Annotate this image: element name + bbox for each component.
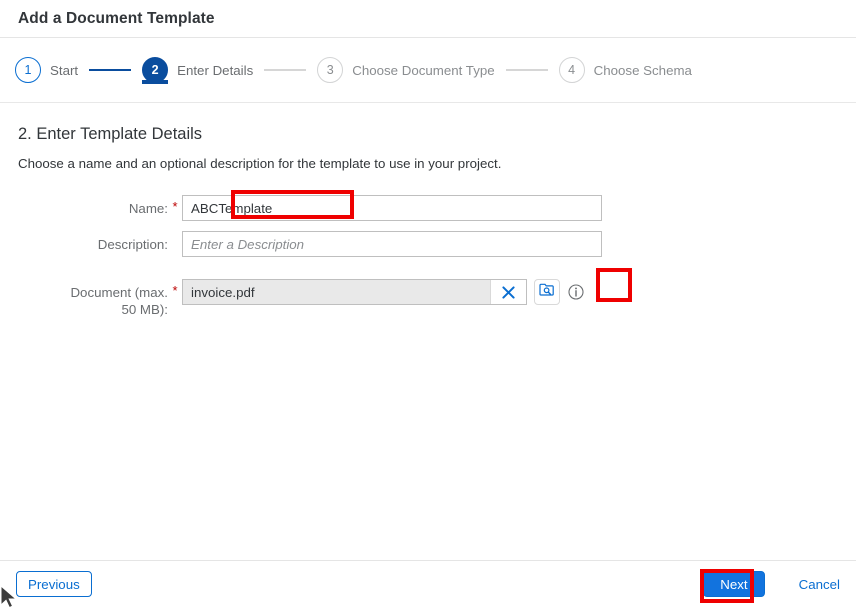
wizard-step-2-enter-details[interactable]: 2 Enter Details [142, 57, 254, 84]
name-field-wrap [182, 195, 602, 221]
document-label-line2: 50 MB): [121, 302, 168, 317]
dialog-header: Add a Document Template [0, 0, 856, 38]
cancel-button[interactable]: Cancel [799, 577, 840, 592]
mouse-cursor [0, 584, 22, 607]
wizard-active-step-indicator [142, 80, 169, 84]
wizard-step-1-number: 1 [15, 57, 41, 83]
wizard-step-3-number: 3 [317, 57, 344, 83]
document-label-line1: Document (max. [70, 285, 168, 300]
close-x-icon[interactable] [490, 280, 526, 304]
add-document-template-dialog: Add a Document Template 1 Start 2 Enter … [0, 0, 856, 607]
wizard-step-4-label: Choose Schema [593, 62, 692, 78]
section-title: 2. Enter Template Details [18, 125, 203, 143]
folder-search-icon [539, 282, 555, 302]
previous-button[interactable]: Previous [16, 571, 92, 597]
browse-file-button[interactable] [534, 279, 560, 305]
form-row-document: Document (max. 50 MB): * invoice.pdf [18, 279, 838, 318]
document-field-wrap: invoice.pdf [182, 279, 584, 305]
footer-right-actions: Next Cancel [703, 571, 840, 597]
wizard-connector-2-3 [264, 69, 307, 71]
description-label: Description: [97, 237, 168, 252]
wizard-step-3-choose-document-type[interactable]: 3 Choose Document Type [317, 57, 495, 83]
dialog-footer: Previous Next Cancel [0, 560, 856, 607]
form-row-name: Name: * [18, 195, 838, 221]
wizard-connector-1-2 [89, 69, 132, 71]
wizard-connector-3-4 [505, 69, 548, 71]
name-label: Name: [128, 201, 168, 216]
dialog-title: Add a Document Template [18, 9, 215, 27]
wizard-step-1-start[interactable]: 1 Start [15, 57, 78, 83]
name-input[interactable] [182, 195, 602, 221]
dialog-body: 2. Enter Template Details Choose a name … [0, 103, 856, 560]
wizard-step-3-label: Choose Document Type [352, 62, 495, 78]
next-button[interactable]: Next [703, 571, 765, 597]
wizard-step-4-number: 4 [558, 57, 585, 83]
document-file-field[interactable]: invoice.pdf [182, 279, 527, 305]
description-input[interactable] [182, 231, 602, 257]
wizard-step-2-label: Enter Details [177, 62, 254, 78]
wizard-step-1-label: Start [50, 62, 79, 78]
information-icon[interactable] [568, 284, 584, 300]
wizard-step-4-choose-schema[interactable]: 4 Choose Schema [558, 57, 692, 83]
section-subtitle: Choose a name and an optional descriptio… [18, 156, 502, 171]
description-required-spacer [168, 231, 182, 235]
document-label: Document (max. 50 MB): [18, 279, 168, 318]
description-field-wrap [182, 231, 602, 257]
wizard-progress-bar: 1 Start 2 Enter Details 3 Choose Documen… [0, 38, 856, 103]
document-required-marker: * [172, 283, 178, 298]
form-row-description: Description: [18, 231, 838, 257]
name-required-marker: * [172, 199, 178, 214]
document-file-name: invoice.pdf [191, 284, 255, 300]
